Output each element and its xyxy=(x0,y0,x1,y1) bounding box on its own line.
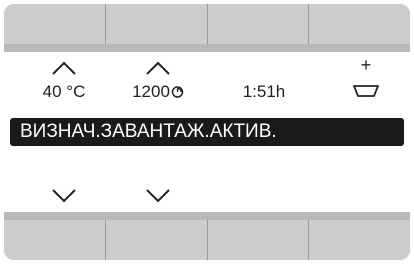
spin-speed-down-arrow-icon[interactable] xyxy=(144,188,172,204)
bottom-softkey-3[interactable] xyxy=(207,220,310,260)
top-softkey-3[interactable] xyxy=(207,4,310,44)
status-message: ВИЗНАЧ.ЗАВАНТАЖ.АКТИВ. xyxy=(20,121,277,142)
tray-icon xyxy=(353,85,379,97)
status-bar: ВИЗНАЧ.ЗАВАНТАЖ.АКТИВ. xyxy=(10,118,404,146)
load-plus-label: + xyxy=(360,55,372,75)
temperature-up-arrow-icon[interactable] xyxy=(50,60,78,76)
top-softkey-2[interactable] xyxy=(105,4,208,44)
bottom-softkey-1[interactable] xyxy=(4,220,106,260)
duration-value: 1:51h xyxy=(242,82,286,101)
appliance-display: 40 °C 1200 1:51h + ВИЗНАЧ.ЗАВАНТАЖ.АКТИВ… xyxy=(4,4,410,260)
top-divider-band xyxy=(4,44,410,52)
top-softkey-4[interactable] xyxy=(309,4,410,44)
bottom-softkey-4[interactable] xyxy=(309,220,410,260)
spin-speed-number: 1200 xyxy=(132,82,170,101)
temperature-value: 40 °C xyxy=(42,82,86,101)
temperature-down-arrow-icon[interactable] xyxy=(50,188,78,204)
top-softkey-row xyxy=(4,4,410,44)
spin-icon xyxy=(171,86,184,98)
spin-speed-value: 1200 xyxy=(118,82,198,102)
bottom-softkey-2[interactable] xyxy=(105,220,208,260)
bottom-divider-band xyxy=(4,212,410,220)
bottom-softkey-row xyxy=(4,220,410,260)
top-softkey-1[interactable] xyxy=(4,4,106,44)
settings-panel: 40 °C 1200 1:51h + ВИЗНАЧ.ЗАВАНТАЖ.АКТИВ… xyxy=(4,52,410,212)
spin-speed-up-arrow-icon[interactable] xyxy=(144,60,172,76)
